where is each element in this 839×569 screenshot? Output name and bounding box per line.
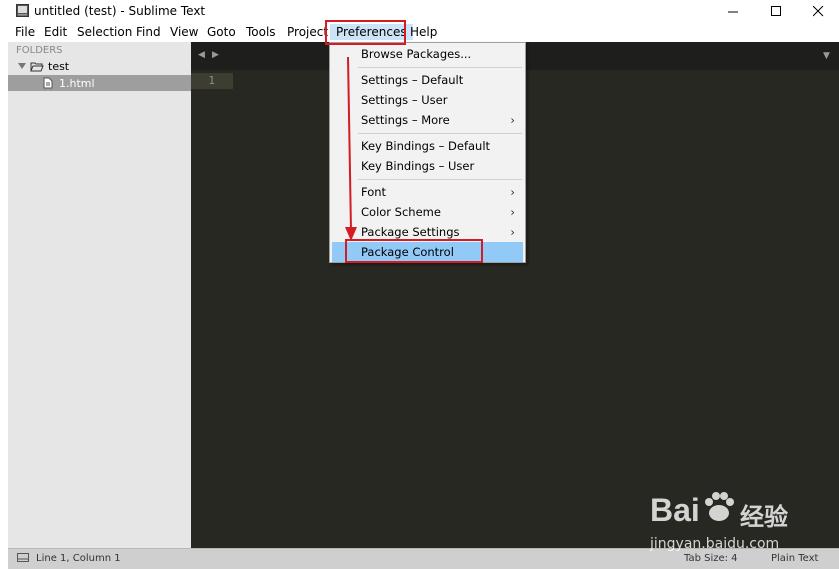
title-bar: untitled (test) - Sublime Text bbox=[0, 0, 839, 22]
menu-separator bbox=[358, 179, 522, 180]
menu-project[interactable]: Project bbox=[287, 25, 328, 39]
submenu-arrow-icon: › bbox=[510, 185, 515, 199]
menu-separator bbox=[358, 67, 522, 68]
menu-item-color-scheme[interactable]: Color Scheme › bbox=[332, 202, 523, 222]
console-toggle-icon[interactable] bbox=[17, 553, 29, 563]
tab-scroll-right-icon[interactable]: ▶ bbox=[212, 50, 219, 60]
folder-row-test[interactable]: test bbox=[8, 58, 191, 74]
submenu-arrow-icon: › bbox=[510, 113, 515, 127]
close-icon bbox=[812, 5, 823, 16]
menu-item-browse-packages[interactable]: Browse Packages... bbox=[332, 44, 523, 64]
file-row-1-html[interactable]: 1.html bbox=[8, 75, 191, 91]
folder-name: test bbox=[48, 59, 70, 73]
submenu-arrow-icon: › bbox=[510, 205, 515, 219]
watermark-brand-2: 经验 bbox=[740, 503, 788, 531]
maximize-icon bbox=[770, 5, 781, 16]
menu-edit[interactable]: Edit bbox=[44, 25, 67, 39]
highlight-box-package-control bbox=[345, 239, 483, 263]
menu-item-key-bindings-default[interactable]: Key Bindings – Default bbox=[332, 136, 523, 156]
watermark-brand: Bai bbox=[650, 492, 700, 528]
menu-goto[interactable]: Goto bbox=[207, 25, 236, 39]
menu-file[interactable]: File bbox=[15, 25, 35, 39]
window-title: untitled (test) - Sublime Text bbox=[34, 4, 206, 18]
menu-selection[interactable]: Selection bbox=[77, 25, 132, 39]
baidu-watermark: Bai 经验 jingyan.baidu.com bbox=[640, 480, 830, 558]
folder-open-icon bbox=[30, 62, 44, 71]
minimize-button[interactable] bbox=[712, 0, 754, 22]
file-icon bbox=[43, 77, 53, 89]
menu-item-settings-more[interactable]: Settings – More › bbox=[332, 110, 523, 130]
annotation-arrow-icon bbox=[345, 56, 357, 241]
menu-find[interactable]: Find bbox=[136, 25, 161, 39]
menu-item-key-bindings-user[interactable]: Key Bindings – User bbox=[332, 156, 523, 176]
folders-label: FOLDERS bbox=[16, 45, 63, 56]
cursor-position: Line 1, Column 1 bbox=[36, 553, 121, 564]
sidebar: FOLDERS test 1.html bbox=[8, 42, 191, 548]
file-name: 1.html bbox=[59, 76, 95, 90]
submenu-arrow-icon: › bbox=[510, 225, 515, 239]
paw-icon bbox=[705, 492, 734, 521]
menu-item-font[interactable]: Font › bbox=[332, 182, 523, 202]
menu-bar: File Edit Selection Find View Goto Tools… bbox=[0, 22, 839, 42]
sublime-app-icon bbox=[16, 4, 29, 17]
menu-view[interactable]: View bbox=[170, 25, 198, 39]
menu-separator bbox=[358, 133, 522, 134]
menu-help[interactable]: Help bbox=[410, 25, 437, 39]
menu-item-settings-user[interactable]: Settings – User bbox=[332, 90, 523, 110]
tab-scroll-left-icon[interactable]: ◀ bbox=[198, 50, 205, 60]
menu-item-settings-default[interactable]: Settings – Default bbox=[332, 70, 523, 90]
tab-overflow-icon[interactable]: ▼ bbox=[823, 51, 830, 61]
menu-tools[interactable]: Tools bbox=[246, 25, 276, 39]
close-button[interactable] bbox=[797, 0, 839, 22]
minimize-icon bbox=[727, 11, 738, 12]
caret-down-icon bbox=[18, 63, 26, 69]
maximize-button[interactable] bbox=[755, 0, 797, 22]
watermark-url: jingyan.baidu.com bbox=[650, 536, 780, 552]
highlight-box-preferences bbox=[325, 20, 406, 45]
line-number: 1 bbox=[191, 73, 233, 89]
